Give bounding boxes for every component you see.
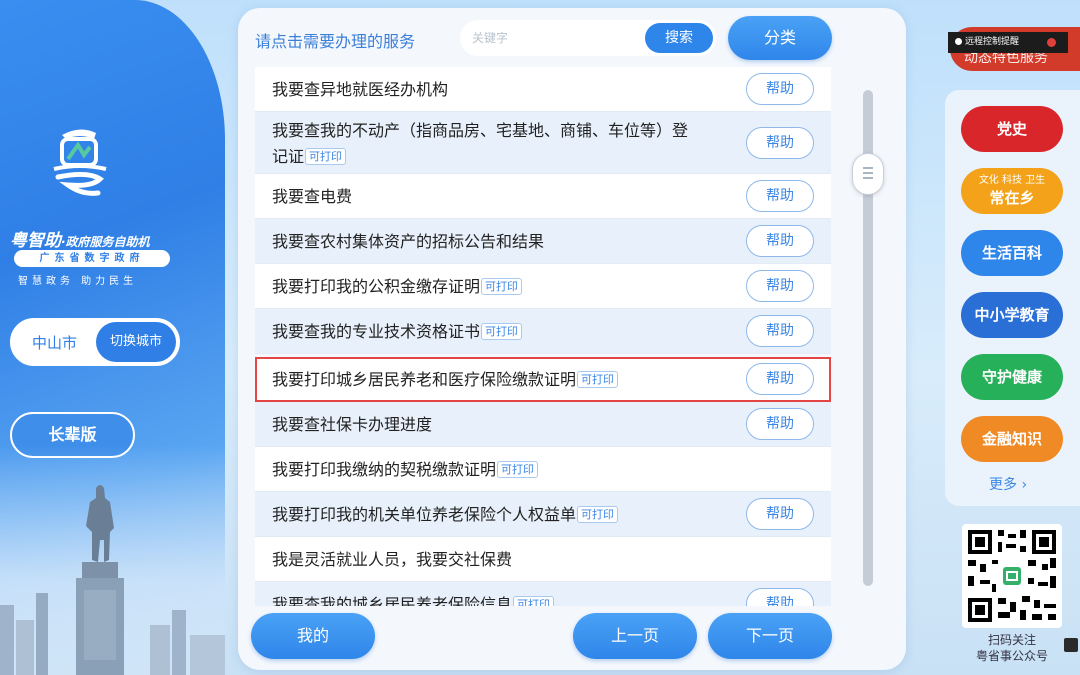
category-health[interactable]: 守护健康 (961, 354, 1063, 400)
help-button[interactable]: 帮助 (746, 73, 814, 105)
qr-code (962, 524, 1062, 628)
printable-tag: 可打印 (481, 278, 523, 295)
service-row-selected[interactable]: 我要打印城乡居民养老和医疗保险缴款证明 可打印 帮助 (255, 357, 831, 402)
service-label: 我要查农村集体资产的招标公告和结果 (272, 232, 545, 251)
service-row[interactable]: 我是灵活就业人员，我要交社保费 (255, 537, 831, 582)
printable-tag: 可打印 (577, 371, 619, 388)
service-label: 我要查社保卡办理进度 (272, 415, 433, 434)
category-life-encyclopedia[interactable]: 生活百科 (961, 230, 1063, 276)
brand-title: 粤智助·政府服务自助机 (10, 231, 150, 251)
right-category-panel: 党史 文化 科技 卫生 常在乡 生活百科 中小学教育 守护健康 金融知识 更多 … (945, 90, 1080, 506)
next-page-button[interactable]: 下一页 (708, 613, 832, 659)
service-label: 我要查我的不动产（指商品房、宅基地、商铺、车位等）登 记证 可打印 (272, 121, 689, 166)
city-switch: 中山市 切换城市 (10, 318, 180, 366)
category-school-education[interactable]: 中小学教育 (961, 292, 1063, 338)
brand-subtitle: 广东省数字政府 (14, 250, 170, 267)
flag-icon (1064, 638, 1078, 652)
help-button[interactable]: 帮助 (746, 408, 814, 440)
prev-page-button[interactable]: 上一页 (573, 613, 697, 659)
service-row[interactable]: 我要打印我的公积金缴存证明 可打印 帮助 (255, 264, 831, 309)
printable-tag: 可打印 (497, 461, 539, 478)
service-label: 我要打印城乡居民养老和医疗保险缴款证明 可打印 (272, 367, 619, 393)
current-city: 中山市 (32, 334, 78, 352)
service-row[interactable]: 我要查社保卡办理进度 帮助 (255, 402, 831, 447)
service-list: 我要查异地就医经办机构 帮助 我要查我的不动产（指商品房、宅基地、商铺、车位等）… (255, 67, 831, 606)
help-button[interactable]: 帮助 (746, 363, 814, 395)
service-row[interactable]: 我要查农村集体资产的招标公告和结果 帮助 (255, 219, 831, 264)
category-countryside[interactable]: 文化 科技 卫生 常在乡 (961, 168, 1063, 214)
printable-tag: 可打印 (577, 506, 619, 523)
help-button[interactable]: 帮助 (746, 127, 814, 159)
printable-tag: 可打印 (305, 148, 347, 165)
left-sidebar: 粤智助·政府服务自助机 广东省数字政府 智慧政务 助力民生 中山市 切换城市 长… (0, 0, 225, 675)
service-row[interactable]: 我要查我的不动产（指商品房、宅基地、商铺、车位等）登 记证 可打印 帮助 (255, 112, 831, 174)
help-button[interactable]: 帮助 (746, 270, 814, 302)
remote-control-toast: 远程控制提醒 (948, 32, 1068, 53)
switch-city-button[interactable]: 切换城市 (96, 322, 176, 362)
qr-caption: 扫码关注 粤省事公众号 (975, 633, 1048, 663)
category-party-history[interactable]: 党史 (961, 106, 1063, 152)
category-finance[interactable]: 金融知识 (961, 416, 1063, 462)
info-icon (955, 38, 962, 45)
printable-tag: 可打印 (481, 323, 523, 340)
service-label: 我要查电费 (272, 187, 353, 206)
service-label: 我要查我的城乡居民养老保险信息 可打印 (272, 592, 555, 606)
service-label: 我要查我的专业技术资格证书 可打印 (272, 319, 523, 345)
help-button[interactable]: 帮助 (746, 498, 814, 530)
help-button[interactable]: 帮助 (746, 225, 814, 257)
service-label: 我要打印我的公积金缴存证明 可打印 (272, 274, 523, 300)
brand-slogan: 智慧政务 助力民生 (18, 276, 138, 287)
scrollbar-thumb[interactable] (852, 153, 884, 195)
page-prompt: 请点击需要办理的服务 (255, 32, 416, 51)
service-row[interactable]: 我要查电费 帮助 (255, 174, 831, 219)
service-label: 我要查异地就医经办机构 (272, 80, 449, 99)
service-label: 我要打印我缴纳的契税缴款证明 可打印 (272, 457, 539, 483)
yue-logo-icon (53, 129, 107, 196)
service-row[interactable]: 我要查我的城乡居民养老保险信息 可打印 帮助 (255, 582, 831, 606)
close-icon[interactable] (1047, 38, 1056, 47)
more-link[interactable]: 更多 › (989, 474, 1027, 494)
search-input[interactable] (472, 27, 632, 49)
city-skyline-image (0, 593, 225, 675)
help-button[interactable]: 帮助 (746, 180, 814, 212)
service-label: 我是灵活就业人员，我要交社保费 (272, 550, 513, 569)
printable-tag: 可打印 (513, 596, 555, 606)
service-row[interactable]: 我要查异地就医经办机构 帮助 (255, 67, 831, 112)
search-box: 搜索 (460, 20, 716, 56)
search-button[interactable]: 搜索 (645, 23, 713, 53)
service-label: 我要打印我的机关单位养老保险个人权益单 可打印 (272, 502, 619, 528)
service-row[interactable]: 我要打印我的机关单位养老保险个人权益单 可打印 帮助 (255, 492, 831, 537)
service-panel: 请点击需要办理的服务 搜索 分类 我要查异地就医经办机构 帮助 我要查我的不动产… (238, 8, 906, 670)
help-button[interactable]: 帮助 (746, 588, 814, 606)
category-button[interactable]: 分类 (728, 16, 832, 60)
service-row[interactable]: 我要打印我缴纳的契税缴款证明 可打印 (255, 447, 831, 492)
elder-mode-button[interactable]: 长辈版 (10, 412, 135, 458)
service-row[interactable]: 我要查我的专业技术资格证书 可打印 帮助 (255, 309, 831, 354)
help-button[interactable]: 帮助 (746, 315, 814, 347)
mine-button[interactable]: 我的 (251, 613, 375, 659)
